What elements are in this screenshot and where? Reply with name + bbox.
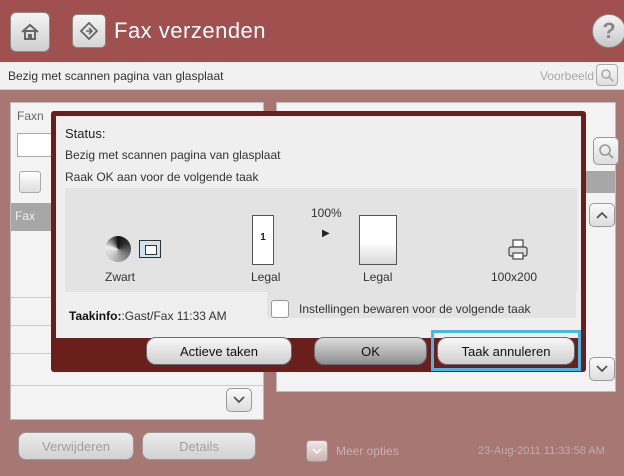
job-info-label: Taakinfo: [69, 309, 122, 323]
scroll-up-button[interactable] [589, 203, 615, 227]
list-scroll-down-button[interactable] [226, 388, 252, 412]
destination-paper-icon [359, 215, 397, 265]
list-divider [11, 385, 263, 386]
fax-icon-button[interactable] [72, 14, 106, 48]
source-paper-icon: 1 [252, 215, 274, 265]
date-time: 23-Aug-2011 11:33:58 AM [478, 445, 605, 457]
color-wheel-icon [105, 236, 131, 262]
search-icon [599, 144, 614, 159]
chevron-up-icon [596, 211, 608, 219]
delete-button[interactable]: Verwijderen [18, 432, 134, 460]
home-icon [21, 23, 39, 40]
status-title: Status: [65, 126, 106, 141]
color-mode-label: Zwart [105, 270, 135, 284]
cancel-job-button[interactable]: Taak annuleren [437, 337, 575, 365]
arrow-right-icon: ▶ [322, 228, 330, 239]
destination-size-label: Legal [363, 270, 393, 284]
scale-label: 100% [311, 206, 342, 220]
chevron-down-icon [596, 365, 608, 373]
job-info: Taakinfo::Gast/Fax 11:33 AM [69, 309, 227, 323]
black-white-icon [139, 240, 161, 258]
status-text: Bezig met scannen pagina van glasplaat [8, 69, 224, 83]
fax-number-label: Faxn [17, 109, 44, 123]
active-jobs-button[interactable]: Actieve taken [146, 337, 292, 365]
job-settings-summary: Zwart 1 Legal 100% ▶ Legal 100x200 [65, 188, 577, 292]
chevron-down-icon [233, 396, 245, 404]
scroll-down-button[interactable] [589, 357, 615, 381]
more-options-button[interactable]: Meer opties [306, 440, 399, 462]
ok-button[interactable]: OK [314, 337, 427, 365]
fax-machine-icon [508, 239, 528, 260]
scroll-down-arrow-button[interactable] [19, 171, 41, 193]
fax-list-header: Fax [11, 203, 55, 231]
source-size-label: Legal [251, 270, 281, 284]
header-bar: Fax verzenden ? [0, 0, 624, 62]
fax-icon [79, 21, 99, 41]
job-info-value: :Gast/Fax 11:33 AM [121, 309, 227, 323]
details-button[interactable]: Details [142, 432, 256, 460]
save-settings-checkbox[interactable] [271, 300, 289, 318]
help-button[interactable]: ? [592, 14, 624, 48]
more-options-label: Meer opties [336, 444, 399, 458]
status-bar: Bezig met scannen pagina van glasplaat V… [0, 62, 624, 90]
page-title: Fax verzenden [114, 18, 267, 43]
status-instruction: Raak OK aan voor de volgende taak [65, 170, 259, 184]
resolution-label: 100x200 [491, 270, 538, 284]
help-icon: ? [602, 18, 616, 43]
home-button[interactable] [10, 12, 50, 52]
preview-label: Voorbeeld [539, 69, 594, 83]
preview-button[interactable] [596, 64, 618, 86]
search-button[interactable] [593, 137, 619, 165]
status-dialog: Status: Bezig met scannen pagina van gla… [51, 111, 586, 372]
magnifier-icon [601, 69, 614, 82]
save-settings-label: Instellingen bewaren voor de volgende ta… [299, 302, 531, 316]
chevron-down-icon [306, 440, 328, 462]
status-message: Bezig met scannen pagina van glasplaat [65, 148, 281, 162]
